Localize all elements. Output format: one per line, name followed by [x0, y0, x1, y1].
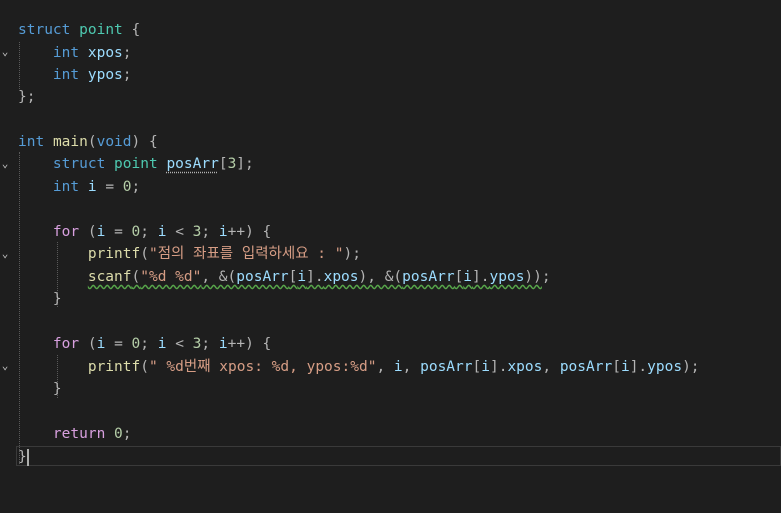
code-token: struct [52, 156, 106, 172]
code-line[interactable]: } [0, 378, 781, 400]
code-token: printf [87, 359, 141, 375]
code-token: i [87, 179, 97, 195]
code-token: scanf [87, 269, 132, 285]
text-cursor [27, 449, 29, 466]
code-line[interactable]: } [0, 288, 781, 310]
code-token: }; [18, 89, 36, 105]
code-token: point [114, 156, 158, 172]
code-token: return [52, 426, 106, 442]
code-token: "점의 좌표를 입력하세요 : " [148, 246, 344, 262]
code-token: " %d번째 xpos: %d, ypos:%d" [148, 359, 377, 375]
code-token: point [79, 22, 123, 38]
code-line[interactable]: printf(" %d번째 xpos: %d, ypos:%d", i, pos… [0, 356, 781, 378]
code-line[interactable]: struct point posArr[3]; [0, 153, 781, 175]
code-token: for [52, 224, 80, 240]
code-token: xpos [87, 45, 123, 61]
code-line[interactable]: } [0, 446, 781, 468]
code-token: main [52, 134, 88, 150]
code-token: for [52, 336, 80, 352]
code-token: int [18, 134, 45, 150]
code-editor[interactable]: ⌄ struct point { int xpos; int ypos; }; … [0, 0, 781, 480]
code-line[interactable]: ⌄ for (i = 0; i < 3; i++) { [0, 221, 781, 260]
code-token: int [52, 179, 80, 195]
code-line[interactable]: int xpos; [0, 42, 781, 64]
code-token: 3 [227, 156, 237, 172]
code-line[interactable]: ⌄ int main(void) { [0, 131, 781, 170]
code-token: { [131, 22, 141, 38]
code-token: 0 [114, 426, 123, 442]
code-token: ypos [87, 67, 123, 83]
code-line[interactable]: int i = 0; [0, 176, 781, 198]
code-line[interactable]: return 0; [0, 423, 781, 445]
code-token: ; [122, 67, 132, 83]
code-line[interactable]: scanf("%d %d", &(posArr[i].xpos), &(posA… [0, 266, 781, 288]
code-token: struct [18, 22, 71, 38]
code-line[interactable]: ⌄ struct point { [0, 19, 781, 58]
code-line[interactable]: ⌄ for (i = 0; i < 3; i++) { [0, 333, 781, 372]
code-token: int [52, 45, 80, 61]
code-line[interactable]: printf("점의 좌표를 입력하세요 : "); [0, 243, 781, 265]
code-token: posArr [166, 156, 219, 172]
code-line[interactable]: }; [0, 86, 781, 108]
code-token: "%d %d" [140, 269, 202, 285]
code-token: void [96, 134, 132, 150]
code-token: printf [87, 246, 141, 262]
code-token: 0 [122, 179, 132, 195]
code-line[interactable]: int ypos; [0, 64, 781, 86]
code-token: int [52, 67, 80, 83]
code-token: ; [122, 45, 132, 61]
